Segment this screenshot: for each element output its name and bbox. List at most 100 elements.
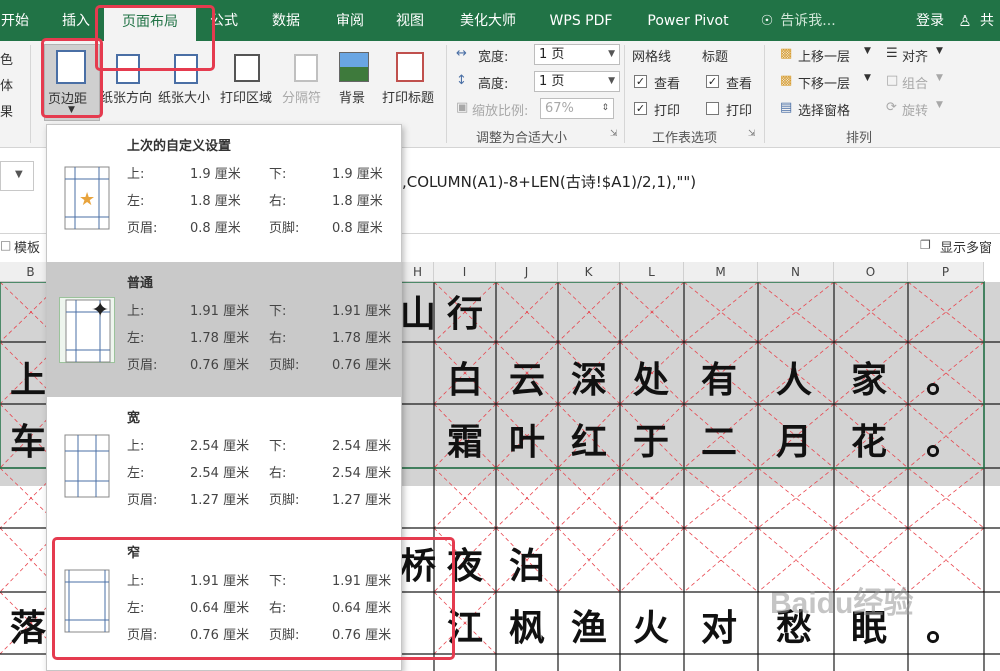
height-icon: ↕ bbox=[456, 73, 467, 88]
sheet-cell-char[interactable]: 人 bbox=[776, 362, 812, 398]
highlight-box-tab bbox=[95, 5, 215, 71]
sheet-cell-char[interactable]: 处 bbox=[633, 362, 669, 398]
print-titles-button[interactable]: 打印标题 bbox=[378, 44, 442, 121]
sheet-cell-char[interactable]: 霜 bbox=[447, 424, 483, 460]
column-header-k[interactable]: K bbox=[558, 262, 620, 282]
share-person-icon: ♙ bbox=[958, 12, 972, 30]
column-header-o[interactable]: O bbox=[834, 262, 908, 282]
label-left: 左: bbox=[127, 466, 145, 481]
value-right: 1.8 厘米 bbox=[332, 194, 383, 209]
sheet-cell-char[interactable]: 月 bbox=[776, 424, 812, 460]
label-footer: 页脚: bbox=[269, 358, 300, 373]
dialog-launcher-icon[interactable]: ⇲ bbox=[748, 129, 756, 139]
margin-option-normal[interactable]: ✦ 普通 上: 1.91 厘米 下: 1.91 厘米 左: 1.78 厘米 右:… bbox=[47, 262, 401, 397]
column-header-n[interactable]: N bbox=[758, 262, 834, 282]
arrange-group-label: 排列 bbox=[846, 131, 873, 146]
scale-input[interactable]: 67% ⇕ bbox=[540, 98, 614, 119]
margin-option-last-custom[interactable]: ★ 上次的自定义设置 上: 1.9 厘米 下: 1.9 厘米 左: 1.8 厘米… bbox=[47, 125, 401, 262]
breaks-icon bbox=[294, 54, 318, 82]
sheet-cell-char[interactable]: 家 bbox=[851, 362, 887, 398]
sheet-cell-char[interactable]: 于 bbox=[633, 424, 669, 460]
sheet-cell-char[interactable]: 火 bbox=[633, 610, 669, 646]
sheet-cell-char[interactable]: 上 bbox=[10, 362, 46, 398]
label-top: 上: bbox=[127, 167, 145, 182]
sheet-cell-char[interactable]: 二 bbox=[701, 424, 737, 460]
print-headings-checkbox[interactable] bbox=[706, 102, 719, 115]
tell-me-box[interactable]: 告诉我... bbox=[776, 0, 840, 41]
sheet-cell-char[interactable]: 落 bbox=[10, 610, 46, 646]
rotate-button[interactable]: 旋转 bbox=[902, 100, 928, 119]
view-headings-checkbox[interactable]: ✓ bbox=[706, 75, 719, 88]
sheet-cell-char[interactable]: 白 bbox=[447, 362, 483, 398]
chevron-down-icon: ▼ bbox=[864, 46, 871, 56]
label-top: 上: bbox=[127, 439, 145, 454]
sheet-cell-char[interactable]: 有 bbox=[701, 362, 737, 398]
chevron-down-icon: ▼ bbox=[608, 49, 615, 59]
headings-label: 标题 bbox=[702, 50, 729, 65]
tab-wps-pdf[interactable]: WPS PDF bbox=[540, 0, 622, 41]
themes-effects-label[interactable]: 果 bbox=[0, 101, 13, 120]
print-area-button[interactable]: 打印区域 bbox=[218, 44, 276, 121]
align-button[interactable]: 对齐 bbox=[902, 46, 928, 65]
tab-view[interactable]: 视图 bbox=[388, 0, 432, 41]
width-label: 宽度: bbox=[478, 50, 509, 65]
value-right: 1.78 厘米 bbox=[332, 331, 392, 346]
tab-power-pivot[interactable]: Power Pivot bbox=[636, 0, 740, 41]
group-button[interactable]: 组合 bbox=[902, 73, 928, 92]
tab-data[interactable]: 数据 bbox=[262, 0, 310, 41]
themes-fonts-label[interactable]: 体 bbox=[0, 75, 13, 94]
view-gridlines-checkbox[interactable]: ✓ bbox=[634, 75, 647, 88]
gridlines-label: 网格线 bbox=[632, 50, 672, 65]
column-header-l[interactable]: L bbox=[620, 262, 684, 282]
tab-review[interactable]: 审阅 bbox=[328, 0, 372, 41]
sheet-cell-char[interactable]: 车 bbox=[10, 424, 46, 460]
selection-pane-button[interactable]: 选择窗格 bbox=[798, 100, 850, 119]
login-button[interactable]: 登录 bbox=[908, 0, 952, 41]
share-button[interactable]: 共 bbox=[974, 0, 1000, 41]
option-name: 上次的自定义设置 bbox=[127, 139, 232, 154]
sheet-cell-char[interactable]: 枫 bbox=[509, 610, 545, 646]
width-select[interactable]: 1 页 ▼ bbox=[534, 44, 620, 65]
breaks-button[interactable]: 分隔符 bbox=[280, 44, 332, 121]
send-backward-button[interactable]: 下移一层 bbox=[798, 73, 850, 92]
label-left: 左: bbox=[127, 194, 145, 209]
column-header-m[interactable]: M bbox=[684, 262, 758, 282]
sheet-cell-char[interactable]: 山 bbox=[400, 296, 436, 332]
sheet-cell-char[interactable]: 对 bbox=[701, 610, 737, 646]
background-label: 背景 bbox=[339, 91, 366, 106]
sheet-cell-char[interactable]: 花 bbox=[851, 424, 887, 460]
column-header-p[interactable]: P bbox=[908, 262, 984, 282]
sheet-cell-char[interactable]: 云 bbox=[509, 362, 545, 398]
sheet-cell-char[interactable]: 。 bbox=[926, 424, 962, 460]
tab-home[interactable]: 开始 bbox=[0, 0, 30, 41]
sheet-cell-char[interactable]: 泊 bbox=[509, 548, 545, 584]
sheet-cell-char[interactable]: 行 bbox=[447, 296, 483, 332]
sheet-cell-char[interactable]: 渔 bbox=[571, 610, 607, 646]
print-gridlines-checkbox[interactable]: ✓ bbox=[634, 102, 647, 115]
height-select[interactable]: 1 页 ▼ bbox=[534, 71, 620, 92]
background-button[interactable]: 背景 bbox=[334, 44, 376, 121]
scale-group-label: 调整为合适大小 bbox=[476, 131, 568, 146]
value-header: 0.76 厘米 bbox=[190, 358, 250, 373]
formula-input[interactable]: ,COLUMN(A1)-8+LEN(古诗!$A1)/2,1),"") bbox=[402, 171, 696, 192]
orientation-label: 纸张方向 bbox=[100, 91, 153, 106]
template-tab[interactable]: 模板 bbox=[14, 237, 40, 256]
margin-option-wide[interactable]: 宽 上: 2.54 厘米 下: 2.54 厘米 左: 2.54 厘米 右: 2.… bbox=[47, 397, 401, 532]
column-header-j[interactable]: J bbox=[496, 262, 558, 282]
sheet-cell-char[interactable]: 红 bbox=[571, 424, 607, 460]
show-multi-window-button[interactable]: 显示多窗 bbox=[940, 237, 992, 256]
name-box[interactable]: ▼ bbox=[0, 161, 34, 191]
column-header-i[interactable]: I bbox=[434, 262, 496, 282]
sheet-cell-char[interactable]: 叶 bbox=[509, 424, 545, 460]
label-header: 页眉: bbox=[127, 493, 158, 508]
dialog-launcher-icon[interactable]: ⇲ bbox=[610, 129, 618, 139]
sheet-cell-char[interactable]: 深 bbox=[571, 362, 607, 398]
scale-value: 67% bbox=[545, 101, 574, 116]
tab-beautify[interactable]: 美化大师 bbox=[450, 0, 526, 41]
sheet-cell-char[interactable]: 。 bbox=[926, 610, 962, 646]
column-header-h[interactable]: H bbox=[402, 262, 434, 282]
tab-insert[interactable]: 插入 bbox=[52, 0, 100, 41]
sheet-cell-char[interactable]: 。 bbox=[926, 362, 962, 398]
bring-forward-button[interactable]: 上移一层 bbox=[798, 46, 850, 65]
themes-colors-label[interactable]: 色 bbox=[0, 49, 13, 68]
